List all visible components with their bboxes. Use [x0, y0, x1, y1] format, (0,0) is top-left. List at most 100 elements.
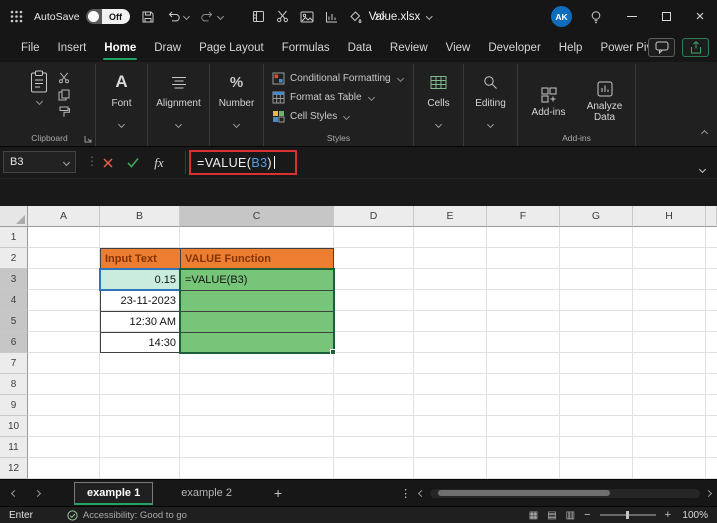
save-icon[interactable] [141, 10, 155, 24]
lightbulb-icon[interactable] [589, 10, 603, 24]
tab-view[interactable]: View [437, 33, 480, 62]
editing-group-button[interactable]: Editing [464, 64, 518, 146]
confirm-button[interactable] [124, 154, 142, 171]
formula-input[interactable]: =VALUE(B3) [197, 156, 275, 170]
sheet-tab-example-2[interactable]: example 2 [169, 487, 244, 499]
cell-B3[interactable]: 0.15 [100, 269, 180, 290]
image-icon[interactable] [300, 11, 314, 23]
tab-formulas[interactable]: Formulas [273, 33, 339, 62]
tab-file[interactable]: File [12, 33, 49, 62]
collapse-ribbon-icon[interactable] [700, 123, 709, 141]
clipboard-dialog-launcher-icon[interactable] [84, 135, 92, 143]
horizontal-scrollbar[interactable] [418, 488, 713, 498]
minimize-button[interactable] [615, 0, 649, 33]
tab-home[interactable]: Home [95, 33, 145, 62]
column-header-b[interactable]: B [100, 206, 180, 227]
undo-button[interactable] [166, 10, 190, 23]
cell-C6[interactable] [180, 332, 334, 353]
row-header-11[interactable]: 11 [0, 437, 28, 458]
expand-formula-bar-icon[interactable] [698, 159, 707, 177]
close-button[interactable]: × [683, 0, 717, 33]
row-header-5[interactable]: 5 [0, 311, 28, 332]
tab-page-layout[interactable]: Page Layout [190, 33, 273, 62]
cell-C2[interactable]: VALUE Function [180, 248, 334, 269]
fill-handle[interactable] [330, 349, 336, 355]
avatar[interactable]: AK [551, 6, 572, 27]
row-header-2[interactable]: 2 [0, 248, 28, 269]
page-layout-view-icon[interactable]: ▤ [547, 510, 556, 521]
sheet-grid[interactable]: A B C D E F G H 1 2 3 4 5 6 7 8 9 10 11 … [0, 206, 717, 479]
number-group-button[interactable]: % Number [210, 64, 264, 146]
row-header-8[interactable]: 8 [0, 374, 28, 395]
tab-insert[interactable]: Insert [49, 33, 96, 62]
accessibility-status[interactable]: Accessibility: Good to go [67, 510, 187, 521]
autosave-switch[interactable]: Off [85, 9, 130, 24]
scrollbar-track[interactable] [430, 488, 700, 498]
document-title[interactable]: Value.xlsx [369, 0, 433, 33]
cut-button[interactable] [58, 72, 70, 84]
row-header-7[interactable]: 7 [0, 353, 28, 374]
tab-draw[interactable]: Draw [145, 33, 190, 62]
conditional-formatting-button[interactable]: Conditional Formatting [272, 69, 405, 88]
column-header-c[interactable]: C [180, 206, 334, 227]
alignment-group-button[interactable]: Alignment [148, 64, 210, 146]
copy-button[interactable] [58, 89, 70, 101]
addins-button[interactable]: Add-ins [526, 87, 572, 118]
cell-B5[interactable]: 12:30 AM [100, 311, 180, 332]
cell-B2[interactable]: Input Text [100, 248, 180, 269]
formula-bar-handle[interactable]: ⋮ [86, 154, 98, 168]
cut-icon[interactable] [276, 10, 289, 23]
zoom-out-button[interactable]: − [584, 509, 590, 521]
scrollbar-thumb[interactable] [438, 490, 611, 496]
share-button[interactable] [682, 38, 709, 57]
row-header-1[interactable]: 1 [0, 227, 28, 248]
column-header-g[interactable]: G [560, 206, 633, 227]
paint-icon[interactable] [349, 10, 362, 23]
cell-B4[interactable]: 23-11-2023 [100, 290, 180, 311]
cell-C3[interactable]: =VALUE(B3) [180, 269, 334, 290]
zoom-level[interactable]: 100% [680, 510, 708, 521]
cell-C5[interactable] [180, 311, 334, 332]
cancel-button[interactable] [99, 154, 117, 171]
format-as-table-button[interactable]: Format as Table [272, 88, 405, 107]
row-header-3[interactable]: 3 [0, 269, 28, 290]
add-sheet-button[interactable]: + [274, 486, 282, 500]
tab-review[interactable]: Review [381, 33, 437, 62]
column-header-f[interactable]: F [487, 206, 560, 227]
tab-data[interactable]: Data [339, 33, 381, 62]
select-all-corner[interactable] [0, 206, 28, 227]
chart-icon[interactable] [325, 11, 338, 23]
row-header-9[interactable]: 9 [0, 395, 28, 416]
page-break-view-icon[interactable]: ▥ [566, 510, 575, 521]
next-sheet-button[interactable] [33, 489, 42, 497]
column-header-d[interactable]: D [334, 206, 414, 227]
autosave-toggle[interactable]: AutoSave Off [34, 9, 130, 24]
row-header-4[interactable]: 4 [0, 290, 28, 311]
sheet-options-kebab-icon[interactable]: ⋮ [400, 487, 411, 500]
zoom-slider[interactable] [599, 511, 656, 519]
cells-group-button[interactable]: Cells [414, 64, 464, 146]
maximize-button[interactable] [649, 0, 683, 33]
app-grid-icon[interactable] [10, 10, 23, 23]
prev-sheet-button[interactable] [10, 489, 19, 497]
insert-function-button[interactable]: fx [150, 154, 168, 171]
column-header-e[interactable]: E [414, 206, 487, 227]
analyze-data-button[interactable]: Analyze Data [582, 81, 628, 123]
cell-styles-button[interactable]: Cell Styles [272, 107, 405, 126]
sheet-tab-example-1[interactable]: example 1 [74, 481, 154, 505]
row-header-6[interactable]: 6 [0, 332, 28, 353]
name-box[interactable]: B3 [3, 151, 76, 173]
cell-B6[interactable]: 14:30 [100, 332, 180, 353]
scroll-left-button[interactable] [418, 489, 426, 497]
cell-C4[interactable] [180, 290, 334, 311]
scroll-right-button[interactable] [704, 489, 713, 497]
comments-button[interactable] [648, 38, 675, 57]
redo-button[interactable] [200, 10, 224, 23]
row-header-12[interactable]: 12 [0, 458, 28, 479]
tab-help[interactable]: Help [550, 33, 592, 62]
format-painter-button[interactable] [58, 106, 70, 118]
normal-view-icon[interactable]: ▦ [529, 510, 538, 521]
column-header-partial[interactable] [706, 206, 717, 227]
column-header-h[interactable]: H [633, 206, 706, 227]
row-header-10[interactable]: 10 [0, 416, 28, 437]
